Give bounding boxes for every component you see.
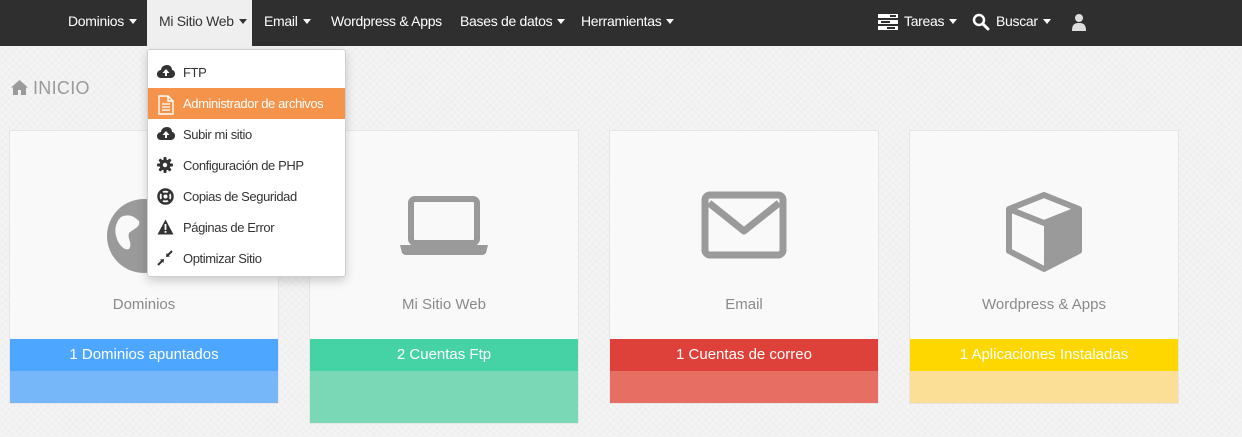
- user-icon: [1071, 13, 1087, 32]
- card-stat: 1 Aplicaciones Instaladas: [910, 339, 1178, 371]
- card-footer: [310, 371, 578, 423]
- card-label: Wordpress & Apps: [982, 296, 1106, 313]
- card-label: Dominios: [112, 296, 176, 313]
- card-mi-sitio-web[interactable]: Mi Sitio Web 2 Cuentas Ftp: [309, 130, 579, 424]
- caret-down-icon: [949, 19, 958, 24]
- caret-down-icon: [128, 19, 137, 24]
- nav-buscar[interactable]: Buscar: [972, 0, 1051, 46]
- card-stat: 2 Cuentas Ftp: [310, 339, 578, 371]
- envelope-icon: [610, 191, 878, 264]
- page-title: INICIO: [10, 77, 90, 99]
- gear-icon: [157, 157, 175, 175]
- card-wordpress-apps[interactable]: Wordpress & Apps 1 Aplicaciones Instalad…: [909, 130, 1179, 404]
- nav-user[interactable]: [1071, 0, 1093, 46]
- card-stat: 1 Cuentas de correo: [610, 339, 878, 371]
- warning-icon: [157, 219, 175, 237]
- mi-sitio-web-dropdown: FTP Administrador de archivos Subir mi s…: [147, 49, 346, 277]
- nav-email[interactable]: Email: [264, 0, 311, 46]
- menu-item-label: Copias de Seguridad: [183, 189, 297, 204]
- menu-item-paginas-de-error[interactable]: Páginas de Error: [148, 212, 345, 243]
- nav-dominios-label: Dominios: [68, 13, 124, 29]
- card-footer: [10, 371, 278, 403]
- nav-bases-de-datos-label: Bases de datos: [460, 13, 553, 29]
- menu-item-label: Administrador de archivos: [183, 96, 324, 111]
- file-icon: [157, 95, 175, 115]
- caret-down-icon: [666, 19, 675, 24]
- caret-down-icon: [302, 19, 311, 24]
- laptop-icon: [310, 191, 578, 260]
- nav-buscar-label: Buscar: [996, 13, 1038, 29]
- page-title-text: INICIO: [33, 78, 90, 98]
- menu-item-copias-de-seguridad[interactable]: Copias de Seguridad: [148, 181, 345, 212]
- card-stat: 1 Dominios apuntados: [10, 339, 278, 371]
- lifebuoy-icon: [157, 188, 175, 206]
- card-label: Mi Sitio Web: [402, 296, 486, 313]
- menu-item-administrador-de-archivos[interactable]: Administrador de archivos: [148, 88, 345, 119]
- menu-item-label: Páginas de Error: [183, 220, 275, 235]
- cloud-upload-icon: [157, 126, 175, 144]
- nav-bases-de-datos[interactable]: Bases de datos: [460, 0, 566, 46]
- top-navbar: Dominios Mi Sitio Web Email Wordpress & …: [0, 0, 1242, 46]
- caret-down-icon: [238, 19, 247, 24]
- nav-tareas-label: Tareas: [904, 13, 945, 29]
- card-label: Email: [725, 296, 763, 313]
- cloud-upload-icon: [157, 64, 175, 82]
- nav-mi-sitio-web[interactable]: Mi Sitio Web: [147, 0, 252, 46]
- menu-item-label: Configuración de PHP: [183, 158, 304, 173]
- card-footer: [610, 371, 878, 403]
- nav-mi-sitio-web-label: Mi Sitio Web: [159, 13, 234, 29]
- menu-item-ftp[interactable]: FTP: [148, 57, 345, 88]
- nav-dominios[interactable]: Dominios: [68, 0, 137, 46]
- menu-item-configuracion-de-php[interactable]: Configuración de PHP: [148, 150, 345, 181]
- caret-down-icon: [1042, 19, 1051, 24]
- nav-herramientas[interactable]: Herramientas: [581, 0, 675, 46]
- menu-item-optimizar-sitio[interactable]: Optimizar Sitio: [148, 243, 345, 274]
- menu-item-subir-mi-sitio[interactable]: Subir mi sitio: [148, 119, 345, 150]
- search-icon: [972, 13, 990, 31]
- card-footer: [910, 371, 1178, 403]
- nav-wordpress-apps[interactable]: Wordpress & Apps: [331, 0, 442, 46]
- tasks-icon: [878, 14, 898, 31]
- nav-wordpress-apps-label: Wordpress & Apps: [331, 13, 442, 29]
- menu-item-label: Subir mi sitio: [183, 127, 252, 142]
- nav-herramientas-label: Herramientas: [581, 13, 662, 29]
- menu-item-label: FTP: [183, 65, 207, 80]
- compress-icon: [157, 250, 175, 268]
- menu-item-label: Optimizar Sitio: [183, 251, 262, 266]
- cube-icon: [910, 191, 1178, 278]
- home-icon: [10, 79, 29, 101]
- nav-tareas[interactable]: Tareas: [878, 0, 958, 46]
- card-email[interactable]: Email 1 Cuentas de correo: [609, 130, 879, 404]
- nav-email-label: Email: [264, 13, 298, 29]
- caret-down-icon: [557, 19, 566, 24]
